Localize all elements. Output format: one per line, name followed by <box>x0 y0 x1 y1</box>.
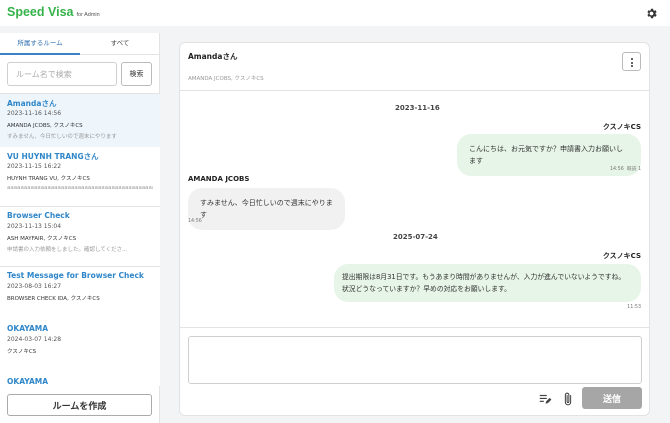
create-room-button[interactable]: ルームを作成 <box>7 394 152 416</box>
kebab-dot <box>631 61 633 64</box>
message-sender: AMANDA JCOBS <box>188 175 250 183</box>
room-item[interactable]: Browser Check 2023-11-13 15:04 ASH MAYFA… <box>0 207 160 267</box>
room-preview: aaaaaaaaaaaaaaaaaaaaaaaaaaaaaaaaaaaaaaaa… <box>7 185 153 191</box>
chat-header: Amandaさん AMANDA JCOBS, クスノキCS <box>180 43 649 91</box>
date-separator: 2025-07-24 <box>393 233 438 241</box>
message-bubble-theirs: すみません、今日忙しいので週末にやります <box>188 188 345 230</box>
message-text-line: 状況どうなっていますか？早めの対応をお願いします。 <box>342 285 511 293</box>
text-template-icon[interactable] <box>538 392 552 406</box>
message-meta: 14:56 既読 1 <box>610 165 641 172</box>
app-header: Speed Visa for Admin <box>0 0 670 26</box>
message-text-line: 提出期限は8月31日です。もうあまり時間がありませんが、入力が進んでいないようで… <box>342 273 626 281</box>
room-date: 2024-03-07 14:28 <box>7 336 62 343</box>
room-date: 2023-11-13 15:04 <box>7 223 62 230</box>
send-button[interactable]: 送信 <box>582 387 642 409</box>
message-time: 14:56 <box>609 167 624 172</box>
room-date: 2023-11-16 14:56 <box>7 110 62 117</box>
tab-all-rooms[interactable]: すべて <box>80 33 160 55</box>
message-sender: クスノキCS <box>602 252 641 260</box>
room-members: AMANDA JCOBS, クスノキCS <box>7 123 83 129</box>
room-item[interactable]: Test Message for Browser Check 2023-08-0… <box>0 267 160 327</box>
read-receipt: 既読 1 <box>626 167 641 172</box>
room-members: ASH MAYFAIR, クスノキCS <box>7 236 77 242</box>
message-text: こんにちは、お元気ですか？申請書入力お願いします <box>469 145 623 165</box>
room-title: Amandaさん <box>7 99 57 108</box>
room-list[interactable]: Amandaさん 2023-11-16 14:56 AMANDA JCOBS, … <box>0 93 160 386</box>
room-date: 2023-08-03 16:27 <box>7 283 62 290</box>
room-title: Browser Check <box>7 211 70 220</box>
tab-my-rooms[interactable]: 所属するルーム <box>0 33 80 55</box>
room-tabs: 所属するルーム すべて <box>0 33 160 55</box>
message-text: すみません、今日忙しいので週末にやります <box>200 199 333 219</box>
app-logo: Speed Visa for Admin <box>7 5 100 19</box>
room-item[interactable]: VU HUYNH TRANGさん 2023-11-15 16:22 HUYNH … <box>0 147 160 207</box>
date-separator: 2023-11-16 <box>395 104 440 112</box>
room-item[interactable]: Amandaさん 2023-11-16 14:56 AMANDA JCOBS, … <box>0 94 160 154</box>
message-sender: クスノキCS <box>602 123 641 131</box>
room-item[interactable]: OKAYAMA <box>0 373 160 386</box>
room-preview: すみません、今日忙しいので週末にやります <box>7 134 117 140</box>
kebab-menu-icon <box>631 58 633 60</box>
message-time: 11:53 <box>627 305 641 310</box>
room-members: クスノキCS <box>7 349 37 355</box>
message-input[interactable] <box>188 336 642 384</box>
kebab-dot <box>631 65 633 67</box>
app-name: Speed Visa <box>7 5 74 19</box>
room-title: OKAYAMA <box>7 324 49 333</box>
room-menu-button[interactable] <box>622 52 641 71</box>
room-title: VU HUYNH TRANGさん <box>7 152 99 161</box>
room-title: OKAYAMA <box>7 377 49 386</box>
room-members: BROWSER CHECK IDA, クスノキCS <box>7 296 100 302</box>
chat-title: Amandaさん <box>188 52 238 61</box>
message-time: 14:56 <box>188 219 202 224</box>
room-item[interactable]: OKAYAMA 2024-03-07 14:28 クスノキCS <box>0 320 160 380</box>
room-preview: 申請書の入力依頼をしました。確認してくださ... <box>7 247 128 253</box>
compose-area: 送信 <box>180 327 649 415</box>
gear-icon[interactable] <box>645 7 658 20</box>
room-search-input[interactable] <box>7 62 117 86</box>
room-title: Test Message for Browser Check <box>7 271 144 280</box>
chat-panel: Amandaさん AMANDA JCOBS, クスノキCS 2023-11-16… <box>179 42 650 416</box>
search-button[interactable]: 検索 <box>121 62 152 86</box>
paperclip-icon[interactable] <box>561 392 575 406</box>
room-members: HUYNH TRANG VU, クスノキCS <box>7 176 90 182</box>
message-bubble-mine: 提出期限は8月31日です。もうあまり時間がありませんが、入力が進んでいないようで… <box>334 264 641 302</box>
room-sidebar: 所属するルーム すべて 検索 Amandaさん 2023-11-16 14:56… <box>0 33 160 423</box>
room-date: 2023-11-15 16:22 <box>7 163 62 170</box>
app-subtitle: for Admin <box>76 12 100 18</box>
chat-members: AMANDA JCOBS, クスノキCS <box>188 76 264 82</box>
